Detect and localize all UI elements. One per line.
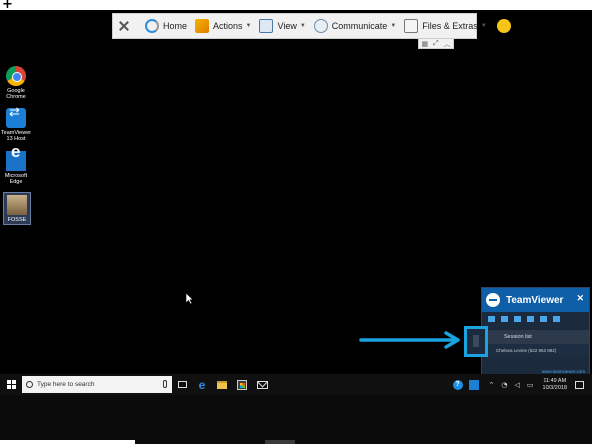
bottom-bar — [0, 395, 592, 444]
chevron-down-icon: ▼ — [390, 23, 397, 29]
cortana-icon — [26, 381, 33, 388]
microphone-icon[interactable] — [163, 380, 167, 388]
home-button[interactable]: Home — [145, 19, 187, 33]
task-view-icon — [177, 381, 187, 388]
keyboard-icon[interactable]: ▭ — [527, 381, 534, 389]
file-icon[interactable] — [527, 316, 534, 322]
close-icon — [117, 19, 131, 33]
teamviewer-panel-actions — [482, 312, 589, 326]
monitor-icon — [259, 19, 274, 33]
teamviewer-title: TeamViewer — [506, 294, 564, 306]
search-placeholder: Type here to search — [37, 381, 95, 388]
search-input[interactable]: Type here to search — [22, 376, 172, 393]
desktop-icon-label: Edge — [9, 179, 23, 185]
panel-handle[interactable] — [473, 335, 479, 347]
windows-icon — [6, 380, 16, 389]
notification-icon[interactable] — [575, 380, 584, 389]
chevron-down-icon: ▼ — [245, 23, 252, 29]
desktop-icon-teamviewer[interactable]: TeamViewer 13 Host — [1, 108, 31, 142]
help-icon[interactable]: ? — [452, 379, 463, 390]
home-label: Home — [163, 21, 188, 31]
smiley-icon — [496, 19, 511, 33]
highlight-box — [464, 326, 488, 357]
close-icon[interactable]: ✕ — [576, 293, 584, 304]
pin-icon[interactable]: ▦ — [421, 40, 428, 48]
collapse-icon[interactable]: ︿ — [444, 39, 451, 49]
system-tray: ? ⌃ ◔ ◁ ▭ 11:49 AM 10/3/2018 — [452, 374, 592, 395]
edge-taskbar-button[interactable]: e — [192, 374, 212, 395]
desktop-icon-edge[interactable]: Microsoft Edge — [1, 149, 31, 185]
teamviewer-icon — [6, 108, 26, 128]
top-strip: + — [0, 0, 592, 12]
home-icon — [145, 19, 159, 33]
wifi-icon[interactable]: ◔ — [501, 381, 507, 389]
communicate-menu[interactable]: Communicate ▼ — [313, 19, 397, 33]
view-menu[interactable]: View ▼ — [259, 19, 306, 33]
mouse-pointer-icon — [185, 292, 194, 305]
edge-icon — [6, 149, 26, 171]
progress-line — [0, 440, 135, 444]
feedback-button[interactable] — [495, 19, 511, 33]
session-list-header[interactable]: Session list — [482, 330, 589, 344]
clock-date: 10/3/2018 — [542, 384, 567, 391]
desktop-icon-fosse[interactable]: FOSSE — [3, 192, 31, 225]
plus-icon: + — [2, 0, 13, 12]
clock[interactable]: 11:49 AM 10/3/2018 — [543, 378, 567, 392]
files-extras-menu[interactable]: Files & Extras ▼ — [404, 19, 487, 33]
bottom-tab — [265, 440, 295, 444]
actions-menu[interactable]: Actions ▼ — [195, 19, 251, 33]
start-button[interactable] — [2, 374, 20, 395]
pen-icon[interactable] — [540, 316, 547, 322]
lightning-icon — [195, 19, 210, 33]
actions-label: Actions — [213, 21, 243, 31]
session-list-label: Session list — [504, 334, 532, 340]
chrome-icon — [6, 66, 26, 86]
volume-icon[interactable]: ◁ — [515, 381, 520, 389]
task-view-button[interactable] — [172, 374, 192, 395]
taskbar: Type here to search e ? ⌃ ◔ ◁ ▭ 11:49 AM… — [0, 374, 592, 395]
video-icon[interactable] — [488, 316, 495, 322]
teamviewer-logo-icon — [486, 293, 500, 307]
teamviewer-panel: TeamViewer ✕ Session list Chelsea Levine… — [481, 287, 590, 377]
collapse-icon[interactable] — [553, 316, 560, 322]
headset-icon[interactable] — [501, 316, 508, 322]
end-session-button[interactable] — [117, 19, 137, 33]
fullscreen-icon[interactable]: ⤢ — [433, 40, 439, 48]
session-entry-label: Chelsea Levine (622 963 882) — [496, 348, 557, 353]
desktop-icon-label: Chrome — [6, 94, 26, 100]
mail-button[interactable] — [252, 374, 272, 395]
chevron-down-icon: ▼ — [299, 23, 306, 29]
teamviewer-panel-header: TeamViewer — [482, 288, 589, 312]
chat-icon[interactable] — [514, 316, 521, 322]
teamviewer-tray-icon[interactable] — [468, 379, 479, 390]
chat-icon — [313, 19, 328, 33]
store-button[interactable] — [232, 374, 252, 395]
screen: + Home Actions ▼ View ▼ Communicate ▼ Fi… — [0, 0, 592, 444]
chevron-up-icon[interactable]: ⌃ — [489, 381, 495, 389]
annotation-arrow — [359, 331, 460, 349]
mail-icon — [256, 380, 268, 389]
store-icon — [237, 379, 247, 390]
file-transfer-icon — [404, 19, 419, 33]
communicate-label: Communicate — [331, 21, 388, 31]
view-label: View — [277, 21, 297, 31]
edge-icon: e — [198, 377, 206, 392]
session-list-item[interactable]: Chelsea Levine (622 963 882) — [482, 344, 589, 357]
desktop-icon-chrome[interactable]: Google Chrome — [1, 66, 31, 100]
file-explorer-button[interactable] — [212, 374, 232, 395]
remote-toolbar: Home Actions ▼ View ▼ Communicate ▼ File… — [112, 13, 511, 39]
file-icon — [7, 195, 27, 215]
toolbar-controls: ▦ ⤢ ︿ — [418, 39, 454, 49]
desktop-icon-label: FOSSE — [7, 217, 27, 223]
chevron-down-icon: ▼ — [480, 23, 487, 29]
clock-time: 11:49 AM — [543, 377, 567, 384]
folder-icon — [217, 380, 227, 389]
files-label: Files & Extras — [422, 21, 478, 31]
